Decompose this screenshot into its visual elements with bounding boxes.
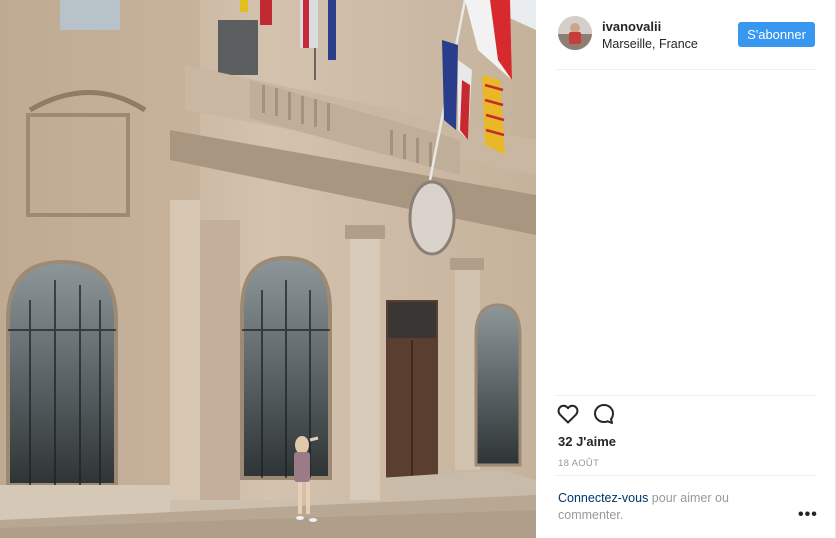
login-prompt: Connectez-vous pour aimer ou commenter.: [558, 490, 778, 523]
avatar[interactable]: [558, 16, 592, 50]
post-sidebar: ivanovalii Marseille, France S'abonner 3…: [536, 0, 836, 538]
post-header: ivanovalii Marseille, France S'abonner: [536, 0, 836, 70]
comment-icon[interactable]: [592, 402, 618, 428]
avatar-image: [558, 16, 592, 50]
login-link[interactable]: Connectez-vous: [558, 491, 648, 505]
more-options-icon[interactable]: •••: [798, 506, 818, 524]
post-date[interactable]: 18 AOÛT: [558, 458, 599, 469]
instagram-post: ivanovalii Marseille, France S'abonner 3…: [0, 0, 836, 538]
building-facade-image: [0, 0, 536, 538]
comment-divider: [556, 475, 816, 476]
post-photo[interactable]: [0, 0, 536, 538]
location-link[interactable]: Marseille, France: [602, 37, 698, 51]
username-link[interactable]: ivanovalii: [602, 19, 661, 34]
header-divider: [556, 69, 816, 70]
likes-count[interactable]: 32 J'aime: [558, 434, 616, 449]
heart-icon[interactable]: [556, 402, 582, 428]
actions-divider: [556, 395, 816, 396]
follow-button[interactable]: S'abonner: [738, 22, 815, 47]
